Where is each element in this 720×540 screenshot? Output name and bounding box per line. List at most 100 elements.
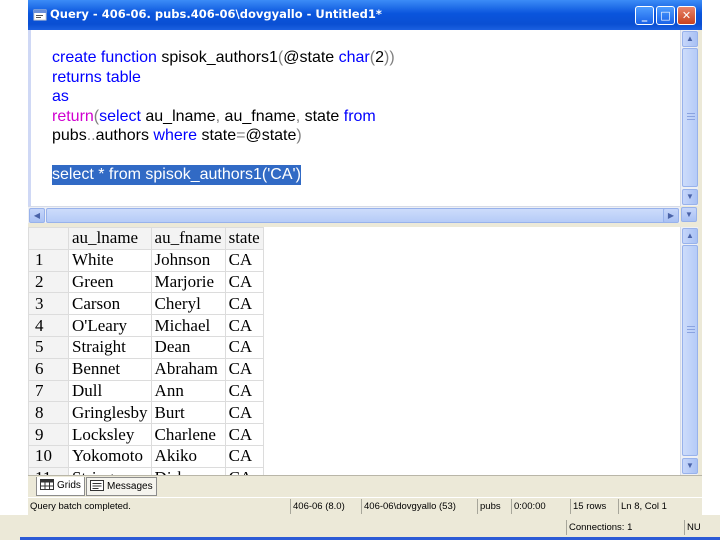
results-table: au_lname au_fname state 1 White Johnson CA 2 Gr… [28,227,264,475]
editor-scroll-thumb[interactable] [682,48,698,187]
column-header[interactable]: au_fname [150,227,226,250]
close-button[interactable]: ✕ [677,6,696,25]
table-cell[interactable]: CA [224,335,264,359]
editor-horizontal-scrollbar[interactable]: ◀ ▶ [28,206,680,223]
table-cell[interactable]: Carson [68,292,152,316]
table-cell[interactable]: Yokomoto [68,444,152,468]
code-line[interactable] [52,146,395,166]
results-header-row: au_lname au_fname state [28,227,264,250]
code-token: where [153,127,202,144]
code-token: state [201,127,237,144]
title-bar[interactable]: Query - 406-06. pubs.406-06\dovgyallo - … [28,0,702,30]
column-header[interactable]: state [224,227,264,250]
results-grid[interactable]: au_lname au_fname state 1 White Johnson CA 2 Gr… [28,227,680,475]
scroll-right-icon[interactable]: ▶ [663,208,679,223]
row-number[interactable]: 2 [28,270,69,294]
table-row[interactable]: 2 Green Marjorie CA [28,270,264,294]
table-cell[interactable]: Bennet [68,357,152,381]
table-cell[interactable]: Dean [150,335,226,359]
row-number[interactable]: 1 [28,248,69,272]
table-cell[interactable]: Dull [68,379,152,403]
results-scroll-thumb[interactable] [682,245,698,456]
table-cell[interactable]: Straight [68,335,152,359]
table-cell[interactable]: O'Leary [68,314,152,337]
table-cell[interactable]: Johnson [150,248,226,272]
scroll-left-icon[interactable]: ◀ [29,208,45,223]
scroll-up-icon[interactable]: ▲ [682,31,698,47]
table-row[interactable]: 3 Carson Cheryl CA [28,292,264,316]
table-cell[interactable]: CA [224,423,264,446]
table-row[interactable]: 10 Yokomoto Akiko CA [28,444,264,468]
table-cell[interactable]: Ann [150,379,226,403]
table-cell[interactable]: CA [224,357,264,381]
scroll-down-icon[interactable]: ▼ [682,458,698,474]
table-row[interactable]: 7 Dull Ann CA [28,379,264,403]
code-token: 'CA' [267,166,296,183]
table-cell[interactable]: Charlene [150,423,226,446]
table-cell[interactable]: Green [68,270,152,294]
table-cell[interactable]: Abraham [150,357,226,381]
code-line[interactable]: create function spisok_authors1(@state c… [52,48,395,68]
scroll-down-icon[interactable]: ▼ [681,207,697,222]
table-cell[interactable]: Burt [150,401,226,425]
table-cell[interactable]: Locksley [68,423,152,446]
code-token: select [99,107,146,125]
tab-grids[interactable]: Grids [36,477,85,496]
table-cell[interactable]: Akiko [150,444,226,468]
row-number[interactable]: 10 [28,444,69,468]
table-cell[interactable]: CA [224,248,264,272]
editor-hscroll-thumb[interactable] [46,208,666,223]
row-number[interactable]: 4 [28,314,69,337]
sql-editor[interactable]: create function spisok_authors1(@state c… [28,30,680,206]
code-line[interactable]: as [52,87,395,107]
table-cell[interactable]: Cheryl [150,292,226,316]
row-number-header [28,227,69,250]
table-cell[interactable]: CA [224,401,264,425]
table-cell[interactable]: Michael [150,314,226,337]
code-line[interactable]: pubs..authors where state=@state) [52,126,395,146]
column-header[interactable]: au_lname [68,227,152,250]
table-row[interactable]: 6 Bennet Abraham CA [28,357,264,381]
scroll-up-icon[interactable]: ▲ [682,228,698,244]
table-row[interactable]: 11StringerDirkCA [28,466,264,475]
row-number[interactable]: 7 [28,379,69,403]
table-cell[interactable]: Marjorie [150,270,226,294]
tab-messages[interactable]: Messages [86,477,157,496]
table-row[interactable]: 9 Locksley Charlene CA [28,423,264,446]
maximize-button[interactable]: □ [656,6,675,25]
table-row[interactable]: 8 Gringlesby Burt CA [28,401,264,425]
table-cell[interactable]: Dirk [150,466,226,475]
code-line[interactable]: returns table [52,68,395,88]
table-row[interactable]: 1 White Johnson CA [28,248,264,272]
code-line[interactable]: return(select au_lname, au_fname, state … [52,107,395,127]
row-number[interactable]: 5 [28,335,69,359]
table-cell[interactable]: CA [224,292,264,316]
table-cell[interactable]: White [68,248,152,272]
editor-vertical-scrollbar[interactable]: ▲ ▼ [680,30,698,206]
table-cell[interactable]: Gringlesby [68,401,152,425]
row-number[interactable]: 6 [28,357,69,381]
table-row[interactable]: 4 O'Leary Michael CA [28,314,264,337]
row-number[interactable]: 9 [28,423,69,446]
row-number[interactable]: 3 [28,292,69,316]
table-cell[interactable]: CA [224,466,264,475]
minimize-button[interactable]: _ [635,6,654,25]
table-cell[interactable]: Stringer [68,466,152,475]
code-token: , [215,107,225,125]
scroll-down-icon[interactable]: ▼ [682,189,698,205]
code-token: authors [95,127,154,144]
query-window: Query - 406-06. pubs.406-06\dovgyallo - … [28,0,702,540]
table-row[interactable]: 5 Straight Dean CA [28,335,264,359]
code-token: 2 [375,49,384,66]
sql-code[interactable]: create function spisok_authors1(@state c… [52,48,395,185]
table-cell[interactable]: CA [224,379,264,403]
tab-messages-label: Messages [107,481,153,492]
row-number[interactable]: 11 [28,466,69,475]
code-line[interactable]: select * from spisok_authors1('CA') [52,165,301,185]
table-cell[interactable]: CA [224,444,264,468]
row-number[interactable]: 8 [28,401,69,425]
results-vertical-scrollbar[interactable]: ▲ ▼ [680,227,698,475]
code-token: spisok_authors1 [161,49,278,66]
table-cell[interactable]: CA [224,314,264,337]
table-cell[interactable]: CA [224,270,264,294]
